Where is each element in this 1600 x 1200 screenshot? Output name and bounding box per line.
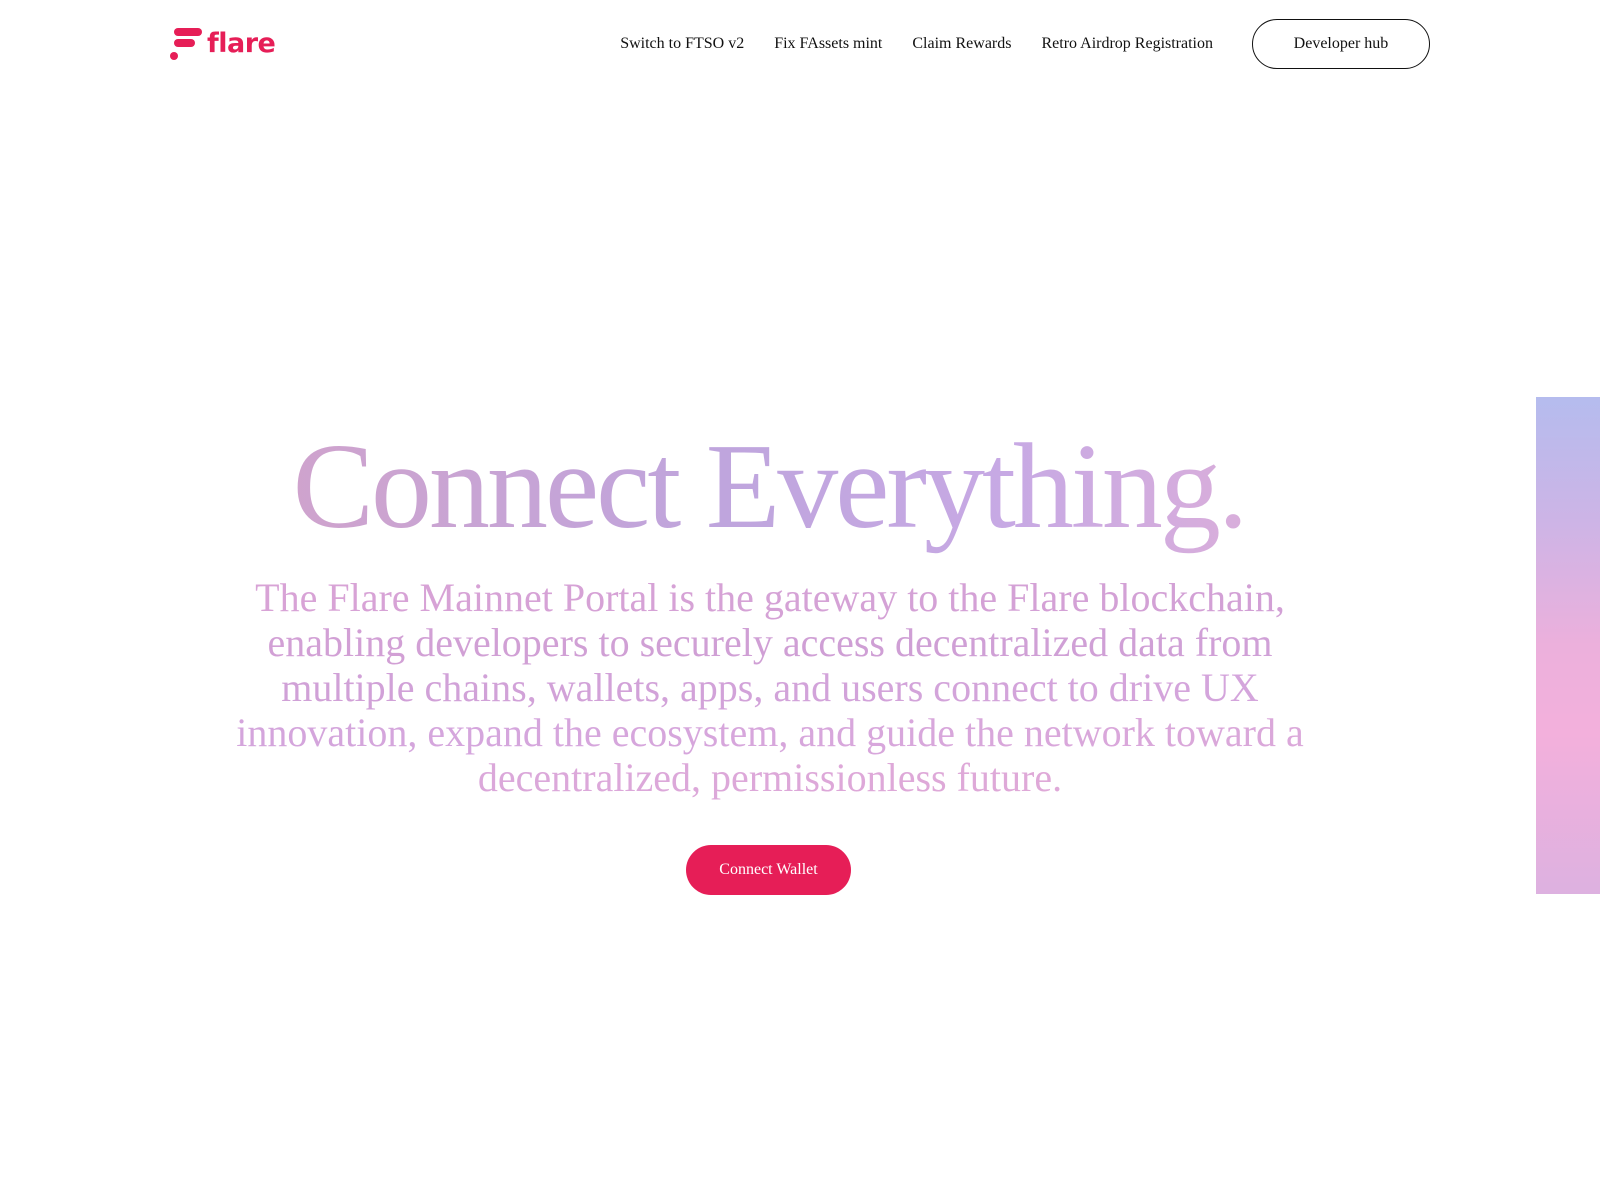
decorative-gradient-strip — [1536, 397, 1600, 894]
connect-wallet-button[interactable]: Connect Wallet — [686, 845, 851, 895]
hero-title-text: Connect Everything. — [292, 419, 1249, 554]
hero-description-text: The Flare Mainnet Portal is the gateway … — [236, 575, 1304, 800]
site-header: flare Switch to FTSO v2 Fix FAssets mint… — [170, 18, 1430, 70]
nav-link-switch-ftso-v2[interactable]: Switch to FTSO v2 — [620, 35, 744, 53]
hero-description: The Flare Mainnet Portal is the gateway … — [230, 575, 1310, 800]
hero-title: Connect Everything. — [0, 419, 1538, 554]
flare-logo-icon — [170, 28, 202, 60]
flare-logo[interactable]: flare — [170, 27, 276, 62]
nav-link-retro-airdrop-registration[interactable]: Retro Airdrop Registration — [1041, 35, 1213, 53]
developer-hub-button[interactable]: Developer hub — [1252, 19, 1430, 69]
nav-link-fix-fassets-mint[interactable]: Fix FAssets mint — [774, 35, 882, 53]
page: flare Switch to FTSO v2 Fix FAssets mint… — [0, 0, 1600, 1200]
brand-name: flare — [207, 27, 276, 59]
nav-link-claim-rewards[interactable]: Claim Rewards — [912, 35, 1011, 53]
main-nav: Switch to FTSO v2 Fix FAssets mint Claim… — [620, 18, 1430, 70]
